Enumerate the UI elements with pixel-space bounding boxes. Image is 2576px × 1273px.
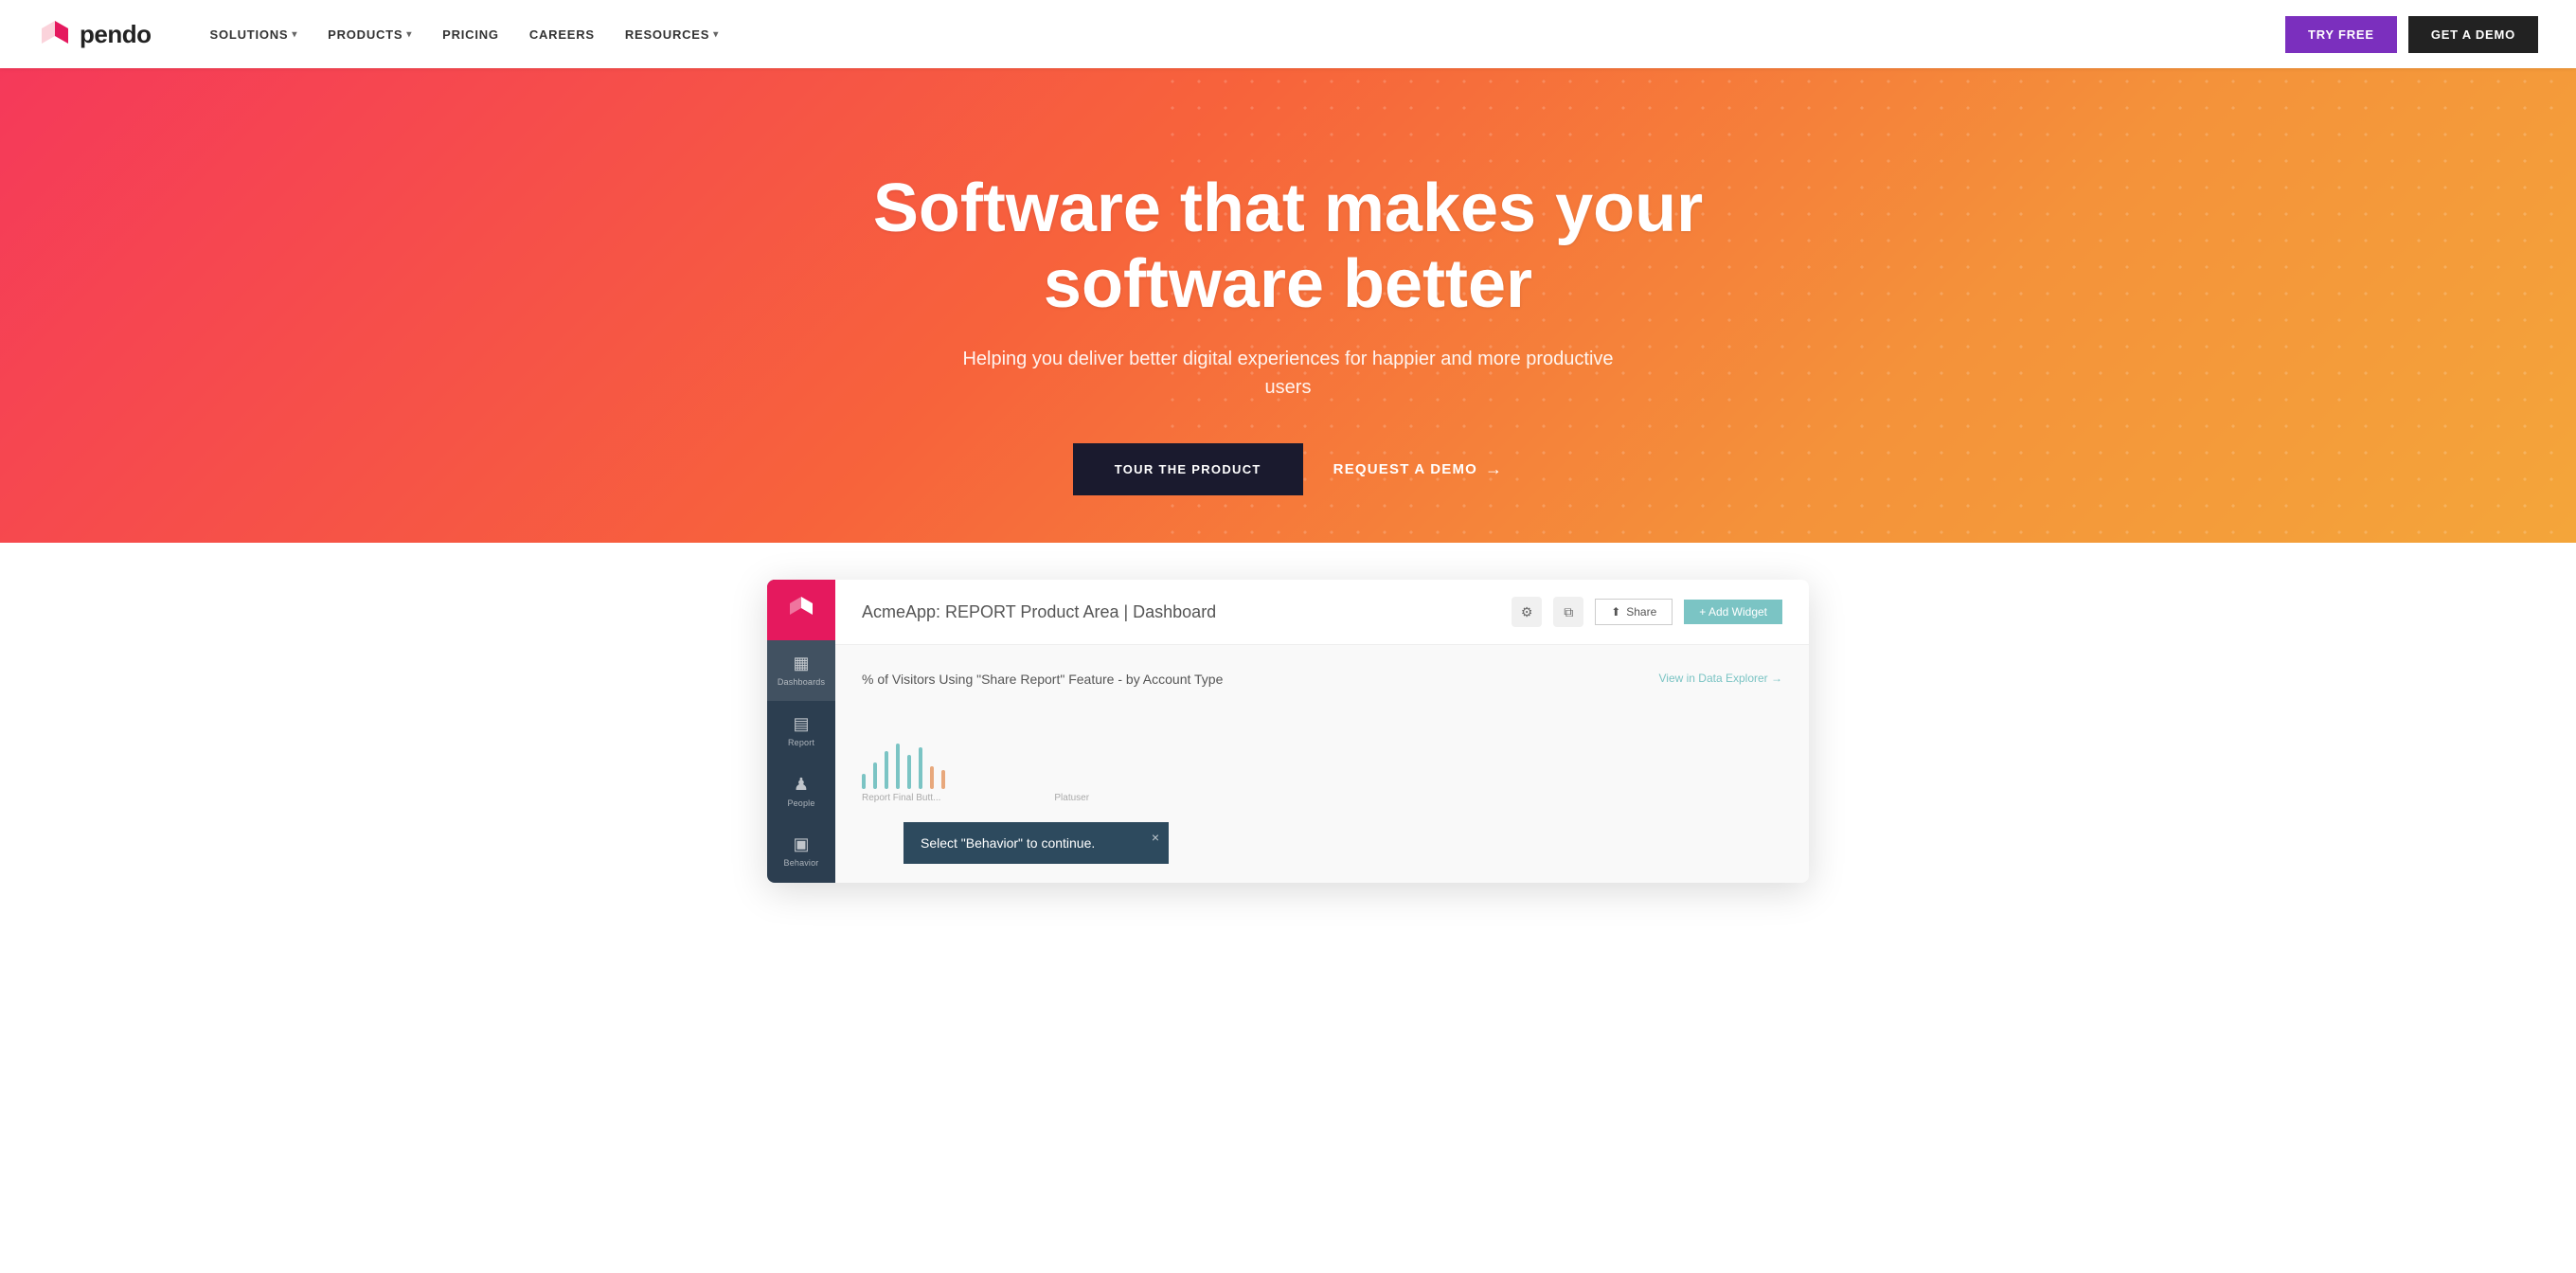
- chart-bar: [941, 770, 945, 789]
- request-demo-link[interactable]: REQUEST A DEMO →: [1333, 459, 1504, 479]
- dashboard-preview-section: ▦ Dashboards ▤ Report ♟ People ▣ Behavio…: [0, 580, 2576, 940]
- hero-title: Software that makes your software better: [862, 171, 1714, 321]
- add-widget-button[interactable]: + Add Widget: [1684, 600, 1782, 624]
- tour-product-button[interactable]: TOUR THE PRODUCT: [1073, 443, 1303, 495]
- sidebar-pendo-icon: [788, 594, 814, 626]
- copy-button[interactable]: ⧉: [1553, 597, 1583, 627]
- logo[interactable]: pendo: [38, 17, 152, 51]
- nav-links: SOLUTIONS ▾ PRODUCTS ▾ PRICING CAREERS R…: [197, 20, 2286, 49]
- sidebar-logo: [767, 580, 835, 640]
- chevron-down-icon: ▾: [292, 29, 297, 40]
- share-button[interactable]: ⬆ Share: [1595, 599, 1673, 625]
- chart-bar: [896, 744, 900, 789]
- copy-icon: ⧉: [1564, 604, 1573, 620]
- chart-bar: [885, 751, 888, 789]
- dashboard-content: % of Visitors Using "Share Report" Featu…: [835, 645, 1809, 830]
- nav-cta-buttons: TRY FREE GET A DEMO: [2285, 16, 2538, 53]
- widget-title: % of Visitors Using "Share Report" Featu…: [862, 672, 1223, 687]
- try-free-button[interactable]: TRY FREE: [2285, 16, 2397, 53]
- hero-section: Software that makes your software better…: [0, 68, 2576, 655]
- chart-bar: [907, 755, 911, 789]
- chart-bar: [873, 762, 877, 789]
- hero-subtitle: Helping you deliver better digital exper…: [957, 345, 1619, 402]
- chart-bar: [930, 766, 934, 789]
- report-icon: ▤: [793, 714, 809, 734]
- nav-products[interactable]: PRODUCTS ▾: [314, 20, 425, 49]
- arrow-icon: →: [1485, 459, 1503, 479]
- dashboard-header: AcmeApp: REPORT Product Area | Dashboard…: [835, 580, 1809, 645]
- logo-text: pendo: [80, 20, 152, 49]
- tooltip-text: Select "Behavior" to continue.: [921, 835, 1095, 851]
- sidebar-item-behavior[interactable]: ▣ Behavior: [767, 821, 835, 882]
- hero-buttons: TOUR THE PRODUCT REQUEST A DEMO →: [1073, 443, 1503, 495]
- chevron-down-icon: ▾: [406, 29, 412, 40]
- get-demo-button[interactable]: GET A DEMO: [2408, 16, 2538, 53]
- chart-bar: [919, 747, 922, 789]
- chart-label-1: Report Final Butt...: [862, 793, 940, 803]
- sidebar-item-report[interactable]: ▤ Report: [767, 701, 835, 762]
- dashboard-sidebar: ▦ Dashboards ▤ Report ♟ People ▣ Behavio…: [767, 580, 835, 883]
- dashboard-title: AcmeApp: REPORT Product Area | Dashboard: [862, 602, 1512, 622]
- sidebar-item-people[interactable]: ♟ People: [767, 762, 835, 822]
- nav-careers[interactable]: CAREERS: [516, 20, 608, 49]
- nav-pricing[interactable]: PRICING: [429, 20, 512, 49]
- dashboard-container: ▦ Dashboards ▤ Report ♟ People ▣ Behavio…: [767, 580, 1809, 883]
- sidebar-item-dashboards[interactable]: ▦ Dashboards: [767, 640, 835, 701]
- chart-area: [862, 713, 1782, 789]
- nav-solutions[interactable]: SOLUTIONS ▾: [197, 20, 312, 49]
- behavior-icon: ▣: [793, 834, 809, 854]
- chevron-down-icon: ▾: [713, 29, 719, 40]
- chart-bar: [862, 774, 866, 789]
- navbar: pendo SOLUTIONS ▾ PRODUCTS ▾ PRICING CAR…: [0, 0, 2576, 68]
- settings-button[interactable]: ⚙: [1512, 597, 1542, 627]
- pendo-logo-icon: [38, 17, 72, 51]
- share-upload-icon: ⬆: [1611, 605, 1620, 619]
- dashboard-main: AcmeApp: REPORT Product Area | Dashboard…: [835, 580, 1809, 883]
- chart-label-2: Platuser: [1054, 793, 1089, 803]
- settings-icon: ⚙: [1521, 604, 1533, 620]
- people-icon: ♟: [794, 775, 809, 795]
- dashboard-header-actions: ⚙ ⧉ ⬆ Share + Add Widget: [1512, 597, 1782, 627]
- behavior-tooltip: × Select "Behavior" to continue.: [903, 822, 1169, 864]
- nav-resources[interactable]: RESOURCES ▾: [612, 20, 732, 49]
- chart-x-labels: Report Final Butt... Platuser: [862, 793, 1782, 803]
- view-data-explorer-link[interactable]: View in Data Explorer →: [1659, 672, 1783, 685]
- tooltip-close-button[interactable]: ×: [1152, 830, 1159, 845]
- dashboards-icon: ▦: [793, 654, 809, 673]
